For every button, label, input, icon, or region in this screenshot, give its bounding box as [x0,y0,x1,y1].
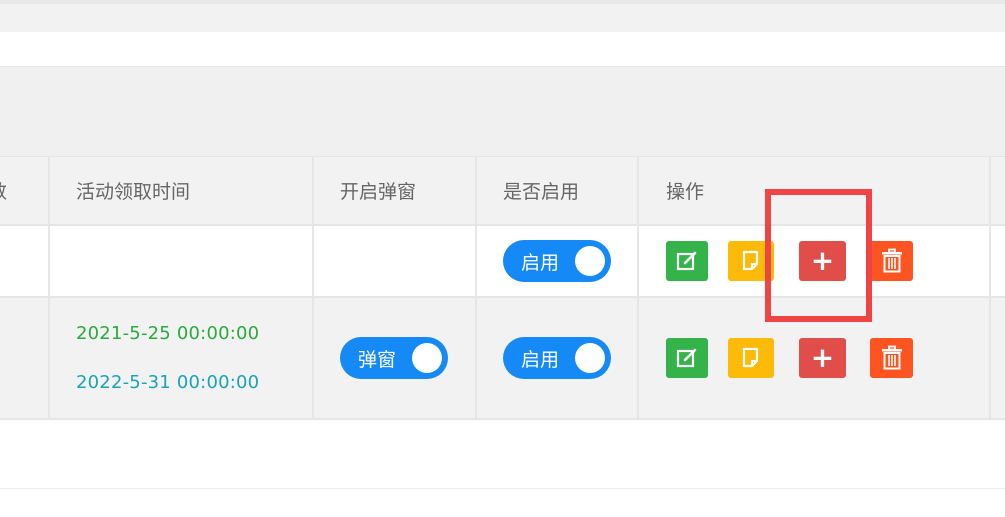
row2-cell-popup: 弹窗 [314,298,477,418]
plus-icon: + [810,341,835,374]
toggle-knob [575,246,605,276]
row1-cell-actions: + [639,226,991,296]
data-table: 数 活动领取时间 开启弹窗 是否启用 操作 启用 [0,156,1005,420]
add-button[interactable]: + [799,338,846,378]
header-cell-overflow [991,157,1005,224]
row2-cell-activity-time: 2021-5-25 00:00:00 2022-5-31 00:00:00 [50,298,314,418]
row-actions: + [666,241,933,281]
header-cell-popup: 开启弹窗 [314,157,477,224]
filter-area [0,66,1005,156]
plus-icon: + [810,244,835,277]
activity-time-range: 2021-5-25 00:00:00 2022-5-31 00:00:00 [76,323,259,393]
table-row: 2021-5-25 00:00:00 2022-5-31 00:00:00 弹窗… [0,298,1005,420]
edit-button[interactable] [666,338,708,378]
enabled-toggle[interactable]: 启用 [503,240,611,282]
edit-icon [676,348,697,368]
row1-cell-enabled: 启用 [477,226,639,296]
header-actions-label: 操作 [666,181,705,203]
header-cell-activity-time: 活动领取时间 [50,157,314,224]
row1-cell-count [0,226,50,296]
trash-icon [881,345,902,370]
row1-cell-activity-time [50,226,314,296]
header-count-label: 数 [0,177,7,204]
enabled-toggle-label: 启用 [521,251,560,274]
document-button[interactable] [728,241,774,281]
end-time: 2022-5-31 00:00:00 [76,372,260,393]
toggle-knob [412,343,442,373]
header-cell-enabled: 是否启用 [477,157,639,224]
row1-cell-popup [314,226,477,296]
edit-button[interactable] [666,241,708,281]
document-button[interactable] [728,338,774,378]
add-button[interactable]: + [799,241,846,281]
header-activity-time-label: 活动领取时间 [76,181,191,203]
document-icon [742,347,759,368]
toggle-knob [575,343,605,373]
table-header-row: 数 活动领取时间 开启弹窗 是否启用 操作 [0,156,1005,226]
toolbar-area [0,32,1005,66]
row2-cell-actions: + [639,298,991,418]
edit-icon [676,251,697,271]
page: 数 活动领取时间 开启弹窗 是否启用 操作 启用 [0,0,1005,517]
top-bar [0,0,1005,32]
trash-icon [881,248,902,273]
header-cell-actions: 操作 [639,157,991,224]
popup-toggle-label: 弹窗 [358,348,397,371]
divider [0,488,1005,489]
document-icon [742,250,759,271]
delete-button[interactable] [870,241,913,281]
row2-cell-enabled: 启用 [477,298,639,418]
table-row: 启用 + [0,226,1005,298]
enabled-toggle-label: 启用 [521,348,560,371]
row1-cell-overflow [991,226,1005,296]
header-cell-count: 数 [0,157,50,224]
start-time: 2021-5-25 00:00:00 [76,323,260,344]
popup-toggle[interactable]: 弹窗 [340,337,448,379]
header-popup-label: 开启弹窗 [340,181,417,203]
delete-button[interactable] [870,338,913,378]
row-actions: + [666,338,933,378]
header-enabled-label: 是否启用 [503,181,580,203]
row2-cell-overflow [991,298,1005,418]
row2-cell-count [0,298,50,418]
enabled-toggle[interactable]: 启用 [503,337,611,379]
